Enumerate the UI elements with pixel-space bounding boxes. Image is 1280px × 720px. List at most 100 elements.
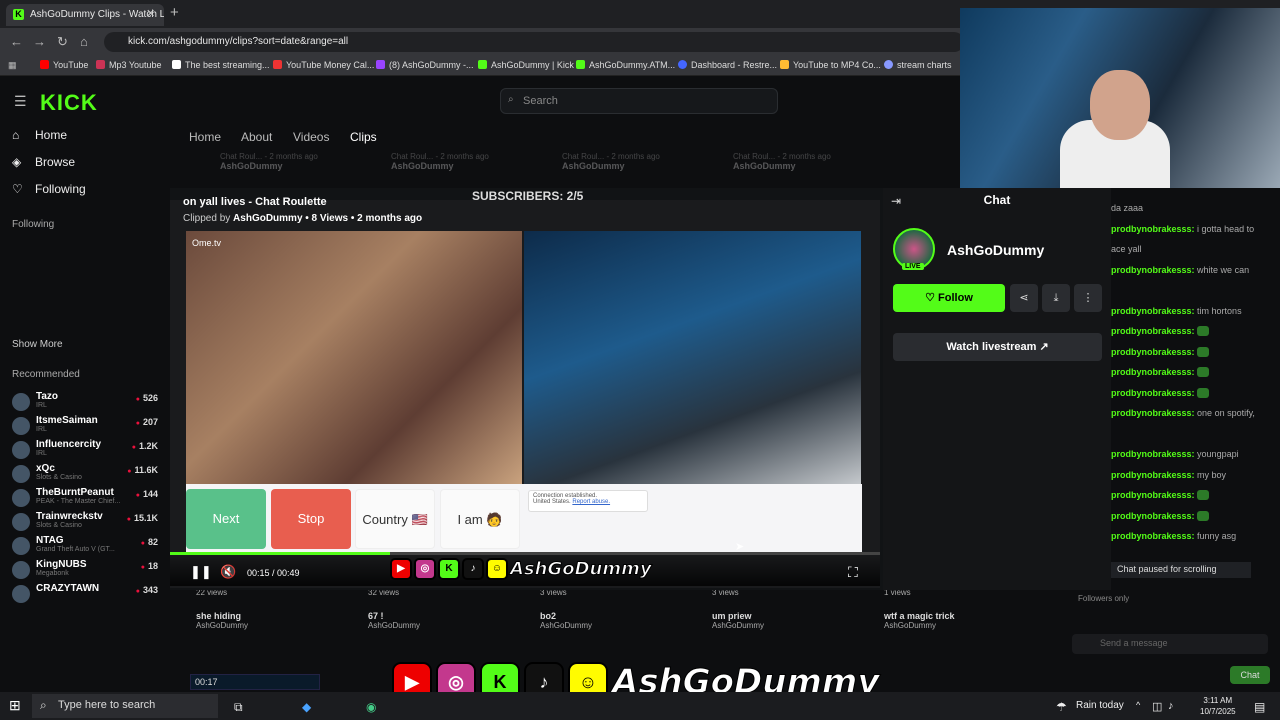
channel-name-heading[interactable]: AshGoDummy: [947, 242, 1044, 258]
tray-chevron-icon[interactable]: ^: [1136, 700, 1140, 710]
forward-icon[interactable]: →: [33, 34, 46, 49]
chat-message: prodbynobrakesss:: [1111, 490, 1280, 511]
recommended-channel[interactable]: TazoIRL 526: [0, 391, 170, 415]
chat-user[interactable]: prodbynobrakesss:: [1111, 388, 1195, 398]
sidebar-item-following[interactable]: ♡ Following: [0, 182, 170, 209]
watch-livestream-button[interactable]: Watch livestream ↗: [893, 333, 1102, 361]
steam-icon[interactable]: ◆: [302, 700, 311, 714]
clip-card[interactable]: 22 views she hiding AshGoDummy: [196, 588, 248, 630]
mute-icon[interactable]: 🔇: [220, 564, 236, 580]
clip-card[interactable]: Chat Roul... - 2 months ago AshGoDummy: [391, 152, 489, 171]
bookmark-streamcharts[interactable]: stream charts: [884, 60, 952, 70]
recommended-channel[interactable]: ItsmeSaimanIRL 207: [0, 415, 170, 439]
channel-name: KingNUBS: [36, 559, 87, 570]
chat-user[interactable]: prodbynobrakesss:: [1111, 470, 1195, 480]
bookmark-atm[interactable]: AshGoDummy.ATM...: [576, 60, 675, 70]
back-icon[interactable]: ←: [10, 34, 23, 49]
clip-card[interactable]: 3 views um priew AshGoDummy: [712, 588, 764, 630]
more-options-icon[interactable]: ⋮: [1074, 284, 1102, 312]
bookmark-youtube[interactable]: YouTube: [40, 60, 88, 70]
chat-user[interactable]: prodbynobrakesss:: [1111, 224, 1195, 234]
new-tab-icon[interactable]: +: [170, 4, 179, 21]
browser-tab[interactable]: K AshGoDummy Clips - Watch Li: [6, 4, 164, 26]
chat-user[interactable]: prodbynobrakesss:: [1111, 306, 1195, 316]
clip-card[interactable]: 32 views 67 ! AshGoDummy: [368, 588, 420, 630]
search-input[interactable]: ⌕ Search: [500, 88, 778, 114]
recommended-channel[interactable]: InfluencercityIRL 1.2K: [0, 439, 170, 463]
bookmark-mp4[interactable]: YouTube to MP4 Co...: [780, 60, 881, 70]
windows-start-icon[interactable]: ⊞: [9, 697, 21, 714]
chat-user[interactable]: prodbynobrakesss:: [1111, 367, 1195, 377]
sidebar-item-home[interactable]: ⌂ Home: [0, 128, 170, 155]
download-icon[interactable]: ⤓: [1042, 284, 1070, 312]
share-icon[interactable]: ⋖: [1010, 284, 1038, 312]
sidebar-label: Browse: [35, 155, 76, 169]
clip-card[interactable]: Chat Roul... - 2 months ago AshGoDummy: [733, 152, 831, 171]
volume-icon[interactable]: ♪: [1168, 700, 1174, 712]
bookmark-money[interactable]: YouTube Money Cal...: [273, 60, 374, 70]
clip-card[interactable]: Chat Roul... - 2 months ago AshGoDummy: [220, 152, 318, 171]
recommended-channel[interactable]: TrainwreckstvSlots & Casino 15.1K: [0, 511, 170, 535]
recommended-channel[interactable]: xQcSlots & Casino 11.6K: [0, 463, 170, 487]
tab-videos[interactable]: Videos: [293, 130, 329, 144]
recommended-channel[interactable]: CRAZYTAWN 343: [0, 583, 170, 607]
tab-about[interactable]: About: [241, 130, 272, 144]
menu-icon[interactable]: ☰: [14, 93, 27, 110]
home-icon[interactable]: ⌂: [80, 34, 88, 49]
kick-logo[interactable]: KICK: [40, 90, 98, 116]
tab-home[interactable]: Home: [189, 130, 221, 144]
taskbar-search[interactable]: ⌕ Type here to search: [32, 694, 218, 718]
clip-card[interactable]: Chat Roul... - 2 months ago AshGoDummy: [562, 152, 660, 171]
bookmark-restream[interactable]: Dashboard - Restre...: [678, 60, 777, 70]
bookmark-mp3[interactable]: Mp3 Youtube: [96, 60, 162, 70]
chat-user[interactable]: prodbynobrakesss:: [1111, 265, 1195, 275]
chat-user[interactable]: prodbynobrakesss:: [1111, 449, 1195, 459]
seek-bar-fill: [170, 552, 391, 555]
bookmark-kick[interactable]: AshGoDummy | Kick: [478, 60, 574, 70]
task-view-icon[interactable]: ⧉: [234, 700, 243, 715]
country-button[interactable]: Country 🇺🇸: [355, 489, 435, 549]
reload-icon[interactable]: ↻: [57, 34, 68, 50]
network-icon[interactable]: ◫: [1152, 700, 1162, 713]
home-nav-icon: ⌂: [12, 128, 20, 142]
weather-text[interactable]: Rain today: [1076, 700, 1124, 711]
show-more-link[interactable]: Show More: [0, 339, 170, 369]
chat-paused-banner[interactable]: Chat paused for scrolling: [1111, 562, 1251, 578]
report-abuse-link[interactable]: Report abuse.: [572, 499, 610, 505]
clip-card[interactable]: 1 views wtf a magic trick AshGoDummy: [884, 588, 955, 630]
chat-user[interactable]: prodbynobrakesss:: [1111, 511, 1195, 521]
recommended-channel[interactable]: KingNUBSMegabonk 18: [0, 559, 170, 583]
chat-message: prodbynobrakesss: tim hortons: [1111, 306, 1280, 327]
bookmark-yt-channel[interactable]: (8) AshGoDummy -...: [376, 60, 474, 70]
stop-button[interactable]: Stop: [271, 489, 351, 549]
recommended-channel[interactable]: TheBurntPeanut PEAK - The Master Chief...…: [0, 487, 170, 511]
fullscreen-icon[interactable]: ⛶: [848, 564, 858, 581]
apps-icon[interactable]: ▦: [8, 60, 17, 71]
sidebar-item-browse[interactable]: ◈ Browse: [0, 155, 170, 182]
follow-button[interactable]: ♡ Follow: [893, 284, 1005, 312]
chat-user[interactable]: prodbynobrakesss:: [1111, 408, 1195, 418]
video-thumbnail[interactable]: 00:17: [190, 674, 320, 690]
url-field[interactable]: kick.com/ashgodummy/clips?sort=date&rang…: [104, 32, 964, 52]
tab-clips[interactable]: Clips: [350, 130, 377, 144]
taskbar-clock[interactable]: 3:11 AM 10/7/2025: [1200, 695, 1236, 717]
next-button[interactable]: Next: [186, 489, 266, 549]
avatar: [12, 441, 30, 459]
bookmark-streaming[interactable]: The best streaming...: [172, 60, 270, 70]
chat-user[interactable]: prodbynobrakesss:: [1111, 531, 1195, 541]
chat-text: funny asg: [1197, 531, 1237, 541]
notifications-icon[interactable]: ▤: [1254, 700, 1265, 714]
clipped-by-user[interactable]: AshGoDummy: [233, 213, 302, 224]
chat-user[interactable]: prodbynobrakesss:: [1111, 347, 1195, 357]
send-chat-button[interactable]: Chat: [1230, 666, 1270, 684]
recommended-channel[interactable]: NTAGGrand Theft Auto V (GT... 82: [0, 535, 170, 559]
pause-icon[interactable]: ❚❚: [190, 564, 212, 580]
chat-user[interactable]: prodbynobrakesss:: [1111, 490, 1195, 500]
i-am-button[interactable]: I am 🧑: [440, 489, 520, 549]
chat-input[interactable]: Send a message: [1072, 634, 1268, 654]
clip-card[interactable]: 3 views bo2 AshGoDummy: [540, 588, 592, 630]
browser-app-icon[interactable]: ◉: [366, 700, 376, 714]
chat-user[interactable]: prodbynobrakesss:: [1111, 326, 1195, 336]
close-tab-icon[interactable]: ✕: [146, 7, 155, 20]
channel-category: IRL: [36, 402, 47, 409]
